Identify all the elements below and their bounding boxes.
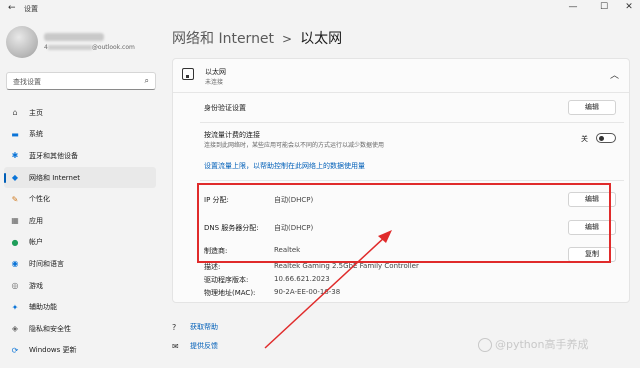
feedback-link[interactable]: ✉ 提供反馈 [172, 341, 218, 351]
help-icon: ? [172, 322, 177, 332]
feedback-icon: ✉ [172, 341, 179, 351]
watermark-logo-icon [478, 338, 492, 352]
watermark: @python高手养成 [478, 336, 588, 352]
get-help-link[interactable]: ? 获取帮助 [172, 322, 218, 332]
annotation-arrow [264, 230, 392, 349]
